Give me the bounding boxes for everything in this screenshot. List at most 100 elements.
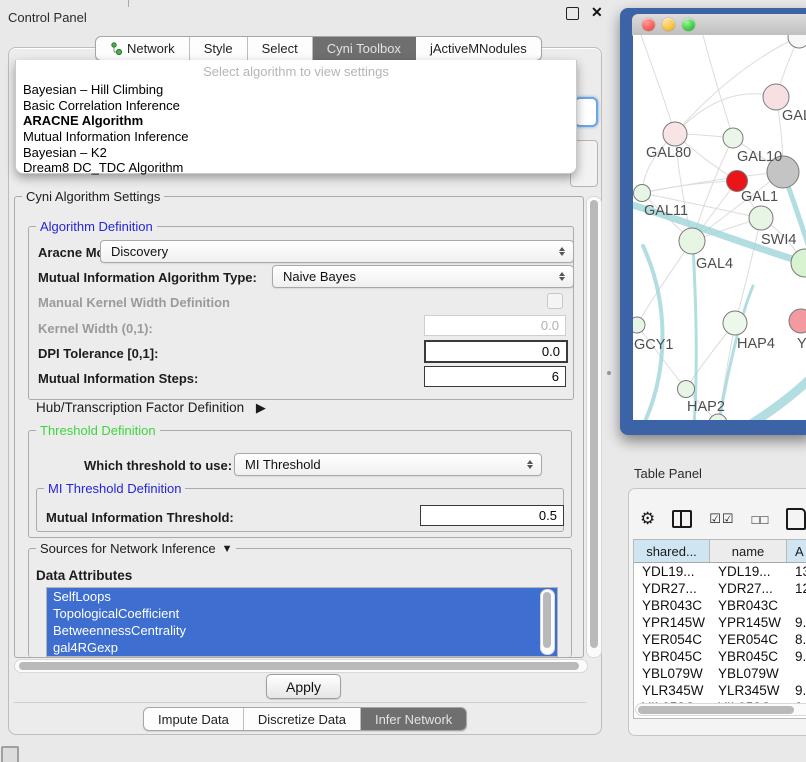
mi-steps-input[interactable]: 6 [424,366,566,387]
list-scrollbar-thumb[interactable] [543,592,551,648]
table-row[interactable]: YPR145W YPR145W 9. [634,614,806,631]
table-hscrollbar-thumb[interactable] [638,706,794,714]
tab-network-label: Network [127,41,175,56]
select-all-icon[interactable]: ☑☑ [709,511,734,527]
list-item[interactable]: SelfLoops [47,588,557,605]
tab-select[interactable]: Select [248,37,313,60]
splitter-handle[interactable] [607,371,611,375]
list-scrollbar[interactable] [540,589,555,655]
manual-kernel-checkbox[interactable] [547,293,563,309]
data-attributes-list[interactable]: SelfLoops TopologicalCoefficient Between… [46,587,558,657]
float-panel-icon[interactable] [566,7,579,20]
settings-hscrollbar-thumb[interactable] [19,662,579,670]
table-row[interactable]: YBR045C YBR045C 9. [634,648,806,665]
tab-impute-data[interactable]: Impute Data [144,708,244,730]
algorithm-option[interactable]: Mutual Information Inference [16,129,576,145]
network-window-titlebar[interactable] [632,14,806,36]
deselect-all-icon[interactable]: □□ [752,512,770,527]
node-hap4[interactable] [723,311,747,335]
new-table-icon[interactable] [786,508,806,530]
window-zoom-icon[interactable] [682,18,695,31]
node-label: GAL4 [696,256,733,272]
table-row[interactable]: YDR27... YDR27... 12 [634,580,806,597]
node-salmon[interactable] [789,309,806,333]
tab-cyni-toolbox[interactable]: Cyni Toolbox [313,37,416,60]
table-row[interactable]: YER054C YER054C 8. [634,631,806,648]
node-gal11[interactable] [634,185,651,202]
settings-hscrollbar[interactable] [14,659,588,673]
window-edge-artifact [128,0,129,7]
apply-button[interactable]: Apply [266,674,341,699]
columns-icon[interactable] [672,510,692,528]
list-item[interactable]: gal4RGexp [47,639,557,656]
algorithm-option[interactable]: Dream8 DC_TDC Algorithm [16,160,576,176]
inference-combo-fragment[interactable] [574,97,598,127]
expand-right-icon[interactable]: ▶ [256,400,266,415]
node-label: GAL [782,108,806,124]
tab-style[interactable]: Style [190,37,248,60]
algorithm-option[interactable]: Bayesian – Hill Climbing [16,82,576,98]
gear-icon[interactable]: ⚙ [640,509,655,529]
tab-infer-network[interactable]: Infer Network [361,708,466,730]
node-gal4[interactable] [679,228,705,254]
tab-jactivemnodules[interactable]: jActiveMNodules [416,37,541,60]
mi-threshold-input[interactable]: 0.5 [420,505,564,526]
node[interactable] [791,249,806,277]
algorithm-option-selected[interactable]: ARACNE Algorithm [16,113,576,129]
column-header-partial[interactable]: A [787,540,806,562]
combo-stepper-icon [555,247,569,256]
cell-name: YDL19... [710,563,787,580]
kernel-width-label: Kernel Width (0,1): [38,321,153,336]
dpi-tolerance-input[interactable]: 0.0 [424,340,568,363]
column-header-name[interactable]: name [710,540,787,562]
close-panel-icon[interactable]: ✕ [591,7,603,18]
node-gcy1[interactable] [633,317,645,333]
which-threshold-combo[interactable]: MI Threshold [234,453,542,476]
node-gal80[interactable] [663,122,687,146]
settings-vscrollbar-thumb[interactable] [590,200,598,648]
tab-style-label: Style [204,41,233,56]
window-minimize-icon[interactable] [662,18,675,31]
table-row[interactable]: YDL19... YDL19... 13 [634,563,806,580]
which-threshold-value: MI Threshold [245,457,523,472]
aracne-mode-combo[interactable]: Discovery [100,240,574,263]
cell-name: YPR145W [710,614,787,631]
node[interactable] [788,35,806,48]
table-body: YDL19... YDL19... 13 YDR27... YDR27... 1… [634,563,806,716]
cell-shared-name: YDR27... [634,580,710,597]
mi-threshold-label: Mutual Information Threshold: [46,510,234,525]
combo-stepper-icon [523,460,537,469]
algorithm-option[interactable]: Basic Correlation Inference [16,98,576,114]
settings-vscrollbar[interactable] [586,196,602,658]
node-label: HAP2 [687,399,725,415]
threshold-definition-title: Threshold Definition [36,423,160,438]
sources-group-title: Sources for Network Inference ▼ [36,541,236,556]
collapsed-panel-icon[interactable] [1,746,19,762]
algorithm-option[interactable]: Bayesian – K2 [16,145,576,161]
node-gal10[interactable] [723,128,743,148]
node-hap2[interactable] [678,381,695,398]
node-gal1[interactable] [749,206,773,230]
kernel-width-input[interactable]: 0.0 [424,315,566,336]
tab-discretize-data[interactable]: Discretize Data [244,708,361,730]
tab-infer-network-label: Infer Network [375,712,452,727]
cell-name: YDR27... [710,580,787,597]
hub-section[interactable]: Hub/Transcription Factor Definition ▶ [36,400,266,416]
node-label: SWI4 [761,232,796,248]
cell-value: 9. [787,682,806,699]
cell-value [787,597,806,614]
table-row[interactable]: YBL079W YBL079W [634,665,806,682]
window-close-icon[interactable] [642,18,655,31]
table-row[interactable]: YBR043C YBR043C [634,597,806,614]
table-row[interactable]: YLR345W YLR345W 9. [634,682,806,699]
mi-type-combo[interactable]: Naive Bayes [272,265,574,288]
node-gal7[interactable] [763,84,789,110]
table-hscrollbar[interactable] [635,703,806,716]
column-header-shared-name[interactable]: shared... [634,540,710,562]
expand-down-icon[interactable]: ▼ [222,543,233,555]
tab-network[interactable]: Network [96,37,190,60]
network-canvas[interactable]: GAL GAL80 GAL10 GAL1 GAL11 SWI4 GAL4 GCY… [633,35,806,420]
list-item[interactable]: BetweennessCentrality [47,622,557,639]
combo-stepper-icon [555,272,569,281]
list-item[interactable]: TopologicalCoefficient [47,605,557,622]
